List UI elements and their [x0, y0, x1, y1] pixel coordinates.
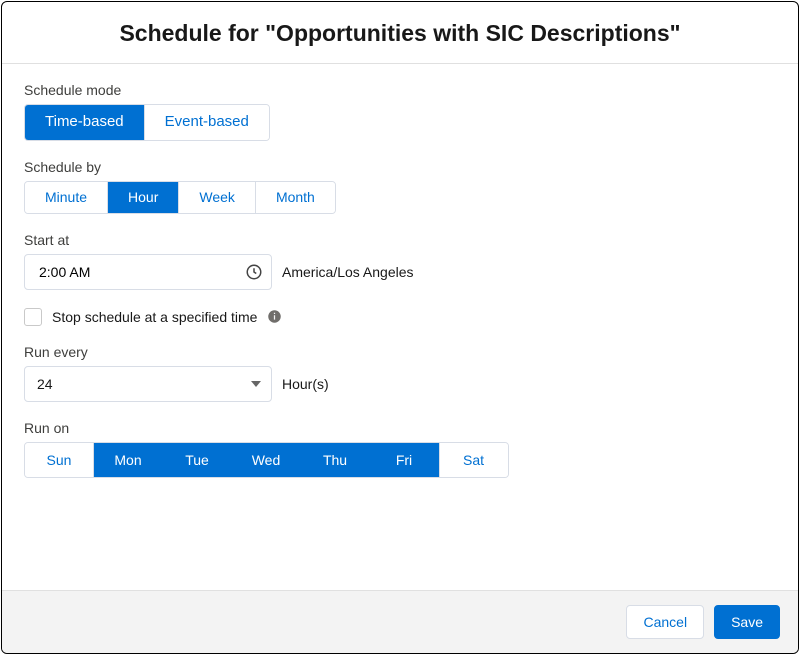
mode-event-based[interactable]: Event-based: [145, 105, 269, 140]
day-thu[interactable]: Thu: [301, 443, 370, 477]
day-wed[interactable]: Wed: [232, 443, 301, 477]
timezone-text: America/Los Angeles: [282, 264, 414, 280]
save-button[interactable]: Save: [714, 605, 780, 639]
day-mon[interactable]: Mon: [94, 443, 163, 477]
dialog-content: Schedule mode Time-based Event-based Sch…: [2, 64, 798, 590]
start-at-field: Start at America/Los Angeles: [24, 232, 776, 290]
clock-icon: [245, 263, 263, 281]
start-at-input-wrapper[interactable]: [24, 254, 272, 290]
schedule-by-minute[interactable]: Minute: [25, 182, 108, 213]
info-icon[interactable]: [267, 309, 282, 324]
schedule-by-hour[interactable]: Hour: [108, 182, 179, 213]
schedule-dialog: Schedule for "Opportunities with SIC Des…: [1, 1, 799, 654]
stop-schedule-label: Stop schedule at a specified time: [52, 309, 257, 325]
run-on-field: Run on Sun Mon Tue Wed Thu Fri Sat: [24, 420, 776, 478]
schedule-by-label: Schedule by: [24, 159, 776, 175]
run-every-field: Run every 24 Hour(s): [24, 344, 776, 402]
dialog-footer: Cancel Save: [2, 590, 798, 653]
dialog-header: Schedule for "Opportunities with SIC Des…: [2, 2, 798, 64]
schedule-by-group: Minute Hour Week Month: [24, 181, 336, 214]
run-on-label: Run on: [24, 420, 776, 436]
schedule-mode-label: Schedule mode: [24, 82, 776, 98]
schedule-by-field: Schedule by Minute Hour Week Month: [24, 159, 776, 214]
day-tue[interactable]: Tue: [163, 443, 232, 477]
start-at-label: Start at: [24, 232, 776, 248]
chevron-down-icon: [251, 381, 261, 387]
run-every-unit: Hour(s): [282, 376, 329, 392]
run-every-value: 24: [37, 376, 53, 392]
stop-schedule-row: Stop schedule at a specified time: [24, 308, 282, 326]
day-sun[interactable]: Sun: [25, 443, 94, 477]
dialog-title: Schedule for "Opportunities with SIC Des…: [22, 20, 778, 47]
mode-time-based[interactable]: Time-based: [25, 105, 145, 140]
run-every-select[interactable]: 24: [24, 366, 272, 402]
schedule-mode-field: Schedule mode Time-based Event-based: [24, 82, 776, 141]
schedule-by-month[interactable]: Month: [256, 182, 335, 213]
run-every-label: Run every: [24, 344, 776, 360]
day-fri[interactable]: Fri: [370, 443, 439, 477]
schedule-mode-group: Time-based Event-based: [24, 104, 270, 141]
schedule-by-week[interactable]: Week: [179, 182, 256, 213]
start-at-input[interactable]: [37, 263, 245, 281]
run-on-group: Sun Mon Tue Wed Thu Fri Sat: [24, 442, 509, 478]
stop-schedule-checkbox[interactable]: [24, 308, 42, 326]
day-sat[interactable]: Sat: [439, 443, 508, 477]
cancel-button[interactable]: Cancel: [626, 605, 704, 639]
